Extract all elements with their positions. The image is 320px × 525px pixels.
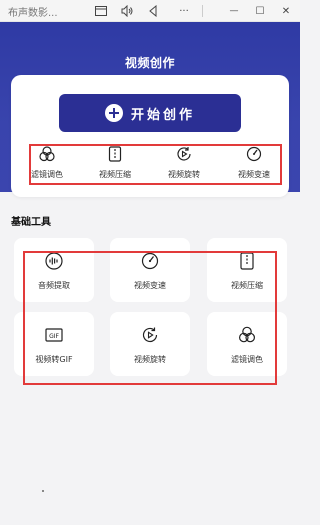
- quick-action-label: 视频压缩: [99, 170, 131, 179]
- speed-icon: [141, 252, 159, 270]
- titlebar-divider: [202, 5, 203, 17]
- minimize-icon[interactable]: —: [226, 3, 242, 19]
- quick-action-label: 滤镜调色: [31, 170, 63, 179]
- quick-action-filter[interactable]: 滤镜调色: [17, 146, 77, 186]
- tool-label: 滤镜调色: [231, 355, 263, 364]
- gif-icon: GIF: [45, 328, 63, 342]
- stray-dot: [42, 490, 44, 492]
- audio-extract-icon: [45, 252, 63, 270]
- start-create-button[interactable]: 开始创作: [59, 94, 241, 132]
- quick-action-compress[interactable]: 视频压缩: [85, 146, 145, 186]
- close-icon[interactable]: ✕: [278, 3, 294, 19]
- tool-label: 视频变速: [134, 281, 166, 290]
- maximize-icon[interactable]: ☐: [252, 3, 268, 19]
- tool-label: 音频提取: [38, 281, 70, 290]
- tool-card-audio-extract[interactable]: 音频提取: [14, 238, 94, 302]
- quick-action-label: 视频变速: [238, 170, 270, 179]
- quick-action-rotate[interactable]: 视频旋转: [154, 146, 214, 186]
- tool-label: 视频压缩: [231, 281, 263, 290]
- restore-icon[interactable]: [93, 3, 109, 19]
- tool-card-speed[interactable]: 视频变速: [110, 238, 190, 302]
- page-title: 视频创作: [124, 56, 175, 70]
- rotate-icon: [177, 147, 191, 161]
- quick-action-label: 视频旋转: [168, 170, 200, 179]
- tool-label: 视频旋转: [134, 355, 166, 364]
- back-icon[interactable]: [145, 3, 161, 19]
- speed-icon: [246, 146, 262, 162]
- window-titlebar: 布声数影... ··· — ☐ ✕: [0, 0, 300, 22]
- tool-label: 视频转GIF: [35, 355, 73, 364]
- quick-action-speed[interactable]: 视频变速: [224, 146, 284, 186]
- compress-icon: [108, 146, 122, 162]
- tool-card-gif[interactable]: GIF 视频转GIF: [14, 312, 94, 376]
- more-icon[interactable]: ···: [176, 3, 192, 19]
- tool-card-compress[interactable]: 视频压缩: [207, 238, 287, 302]
- tool-card-rotate[interactable]: 视频旋转: [110, 312, 190, 376]
- compress-icon: [240, 252, 254, 270]
- window-title: 布声数影...: [8, 8, 58, 19]
- plus-icon: [104, 104, 123, 122]
- filter-icon: [39, 146, 55, 162]
- tool-card-filter[interactable]: 滤镜调色: [207, 312, 287, 376]
- svg-text:GIF: GIF: [49, 333, 59, 340]
- start-create-label: 开始创作: [130, 107, 195, 123]
- volume-icon[interactable]: [119, 3, 135, 19]
- filter-icon: [239, 326, 255, 343]
- rotate-icon: [142, 327, 158, 343]
- section-title-basic-tools: 基础工具: [11, 217, 51, 228]
